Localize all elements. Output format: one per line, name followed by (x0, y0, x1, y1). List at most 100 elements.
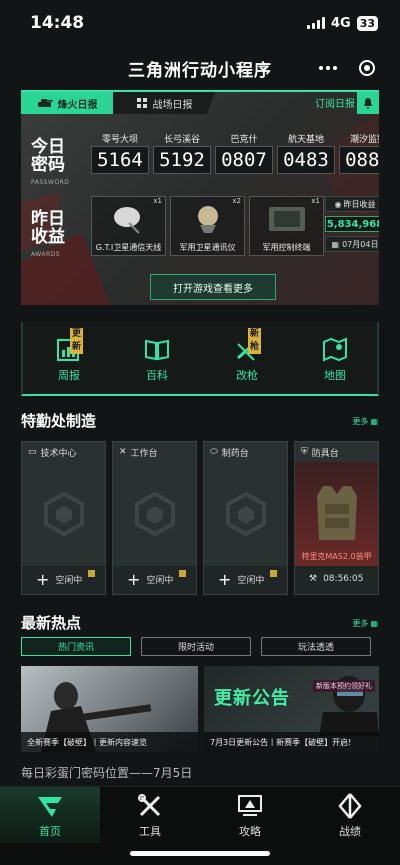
craft-more-link[interactable]: 更多 ▦ (352, 416, 378, 427)
craft-section-title: 特勤处制造 (21, 412, 97, 430)
grid-more-icon: ▦ (370, 619, 378, 628)
tab-fire-report[interactable]: 烽火日报 (21, 92, 113, 114)
bench-footer: ⚒ 08:56:05 (295, 564, 378, 594)
bench-status: 空闲中 (146, 575, 174, 586)
wrench-icon: ⚒ (309, 574, 318, 584)
bench-tech-center[interactable]: ▭ 技术中心 + 空闲中 (21, 441, 106, 595)
bench-footer: + 空闲中 (204, 564, 287, 594)
password-value: 0882 (339, 146, 379, 174)
reward-list: x1 G.T.I卫星通信天线 x2 军用卫星通讯仪 x1 军用控制终端 (91, 196, 324, 256)
status-time: 14:48 (30, 13, 85, 33)
open-game-button[interactable]: 打开游戏查看更多 (150, 274, 276, 300)
records-icon (338, 793, 362, 819)
hot-more-text: 更多 (352, 619, 369, 628)
reward-name: 军用卫星通讯仪 (179, 243, 236, 252)
news-caption: 7月3日更新公告丨新赛季【破壁】开启! (204, 732, 379, 752)
tab-tools[interactable]: 工具 (100, 787, 200, 843)
nav-weekly-report[interactable]: 更新 周报 (39, 328, 99, 383)
bench-workbench[interactable]: ✕ 工作台 + 空闲中 (112, 441, 197, 595)
reward-item[interactable]: x1 G.T.I卫星通信天线 (91, 196, 166, 256)
nav-badge-new: 更新 (70, 328, 84, 354)
tab-limited-events[interactable]: 限时活动 (141, 637, 251, 656)
bench-footer: + 空闲中 (113, 564, 196, 594)
nav-gun-mod[interactable]: 新枪 改枪 (217, 328, 277, 383)
tab-home[interactable]: 首页 (0, 787, 100, 843)
page-title: 三角洲行动小程序 (128, 60, 272, 81)
status-bar: 14:48 4G 33 (0, 0, 400, 46)
yesterday-date-text: 07月04日 (342, 239, 379, 249)
tab-records[interactable]: 战绩 (300, 787, 400, 843)
crafting-item-name: 特里克MAS2.0装甲 (301, 552, 372, 561)
home-indicator[interactable] (130, 851, 270, 856)
bench-name: 制药台 (221, 448, 249, 459)
yesterday-income-text: 昨日收益 (343, 199, 376, 209)
quick-nav: 更新 周报 百科 新枪 改枪 地图 (21, 322, 379, 396)
bench-name: 技术中心 (40, 448, 77, 459)
preorder-overlay[interactable]: 新版本预约领好礼 (313, 680, 375, 692)
empty-slot-icon (43, 492, 84, 536)
tab-battle-report[interactable]: 战场日报 (113, 92, 215, 114)
grid-more-icon: ▦ (370, 417, 378, 426)
bench-status: 空闲中 (237, 575, 265, 586)
bench-pharmacy[interactable]: ⬭ 制药台 + 空闲中 (203, 441, 288, 595)
news-next-title[interactable]: 每日彩蛋门密码位置——7月5日 (21, 764, 192, 781)
yesterday-income: ◉ 昨日收益 5,834,968 ▦ 07月04日 (325, 196, 379, 252)
bench-name: 工作台 (130, 448, 158, 459)
password-item: 航天基地 0483 (277, 132, 335, 174)
reward-name: G.T.I卫星通信天线 (95, 243, 162, 252)
battery-level: 33 (356, 15, 378, 31)
password-value: 5164 (91, 146, 149, 174)
craft-more-text: 更多 (352, 417, 369, 426)
subscribe-report-link[interactable]: 订阅日报 (315, 95, 355, 110)
map-name: 潮汐监狱 (349, 135, 379, 145)
map-name: 零号大坝 (101, 135, 138, 145)
tools-icon (138, 794, 161, 817)
add-icon[interactable]: + (218, 570, 231, 589)
empty-slot-icon (225, 492, 266, 536)
idle-badge (270, 570, 277, 577)
bench-armor[interactable]: ⛨ 防具台 特里克MAS2.0装甲 ⚒ 08:56:05 (294, 441, 379, 595)
tab-label: 工具 (139, 825, 161, 838)
add-icon[interactable]: + (127, 570, 140, 589)
yesterday-award-text: 昨日收益 (31, 209, 65, 247)
guide-screen-icon (238, 795, 262, 816)
tab-hot-news[interactable]: 热门资讯 (21, 637, 131, 656)
hot-more-link[interactable]: 更多 ▦ (352, 618, 378, 629)
grid-icon (136, 98, 147, 108)
bench-slot (204, 462, 287, 566)
nav-map[interactable]: 地图 (305, 336, 365, 383)
reward-item[interactable]: x2 军用卫星通讯仪 (170, 196, 245, 256)
yesterday-income-value: 5,834,968 (325, 216, 379, 232)
tab-label: 首页 (39, 825, 61, 838)
nav-wiki[interactable]: 百科 (127, 336, 187, 383)
report-tabs: 烽火日报 战场日报 (21, 92, 215, 114)
map-icon (322, 336, 348, 362)
news-card[interactable]: 更新公告 新版本预约领好礼 7月3日更新公告丨新赛季【破壁】开启! (204, 666, 379, 752)
password-item: 零号大坝 5164 (91, 132, 149, 174)
idle-badge (179, 570, 186, 577)
tab-guides[interactable]: 攻略 (200, 787, 300, 843)
news-card[interactable]: 全新赛季【破壁】丨更新内容速览 (21, 666, 198, 752)
tab-battle-label: 战场日报 (152, 99, 193, 111)
more-icon[interactable] (319, 66, 337, 70)
hot-section-title: 最新热点 (21, 614, 82, 632)
tank-icon (37, 99, 53, 107)
bell-button[interactable] (357, 92, 379, 114)
satellite-antenna-icon (113, 207, 140, 234)
satellite-communicator-icon (197, 206, 218, 233)
network-type: 4G (330, 15, 351, 31)
bench-header: ⬭ 制药台 (204, 442, 287, 462)
coin-icon: ◉ (334, 199, 342, 209)
close-miniprogram-icon[interactable] (359, 60, 375, 76)
yesterday-income-label: ◉ 昨日收益 (325, 196, 379, 212)
reward-item[interactable]: x1 军用控制终端 (249, 196, 324, 256)
today-password-label: 今日密码 PASSWORD (31, 138, 71, 192)
tab-gameplay[interactable]: 玩法透透 (261, 637, 371, 656)
nav-label: 改枪 (236, 369, 258, 382)
map-name: 航天基地 (287, 135, 324, 145)
bench-name: 防具台 (311, 448, 339, 459)
add-icon[interactable]: + (36, 570, 49, 589)
map-name: 长弓溪谷 (163, 135, 200, 145)
status-indicators: 4G 33 (306, 15, 378, 31)
craft-timer: 08:56:05 (323, 574, 364, 584)
